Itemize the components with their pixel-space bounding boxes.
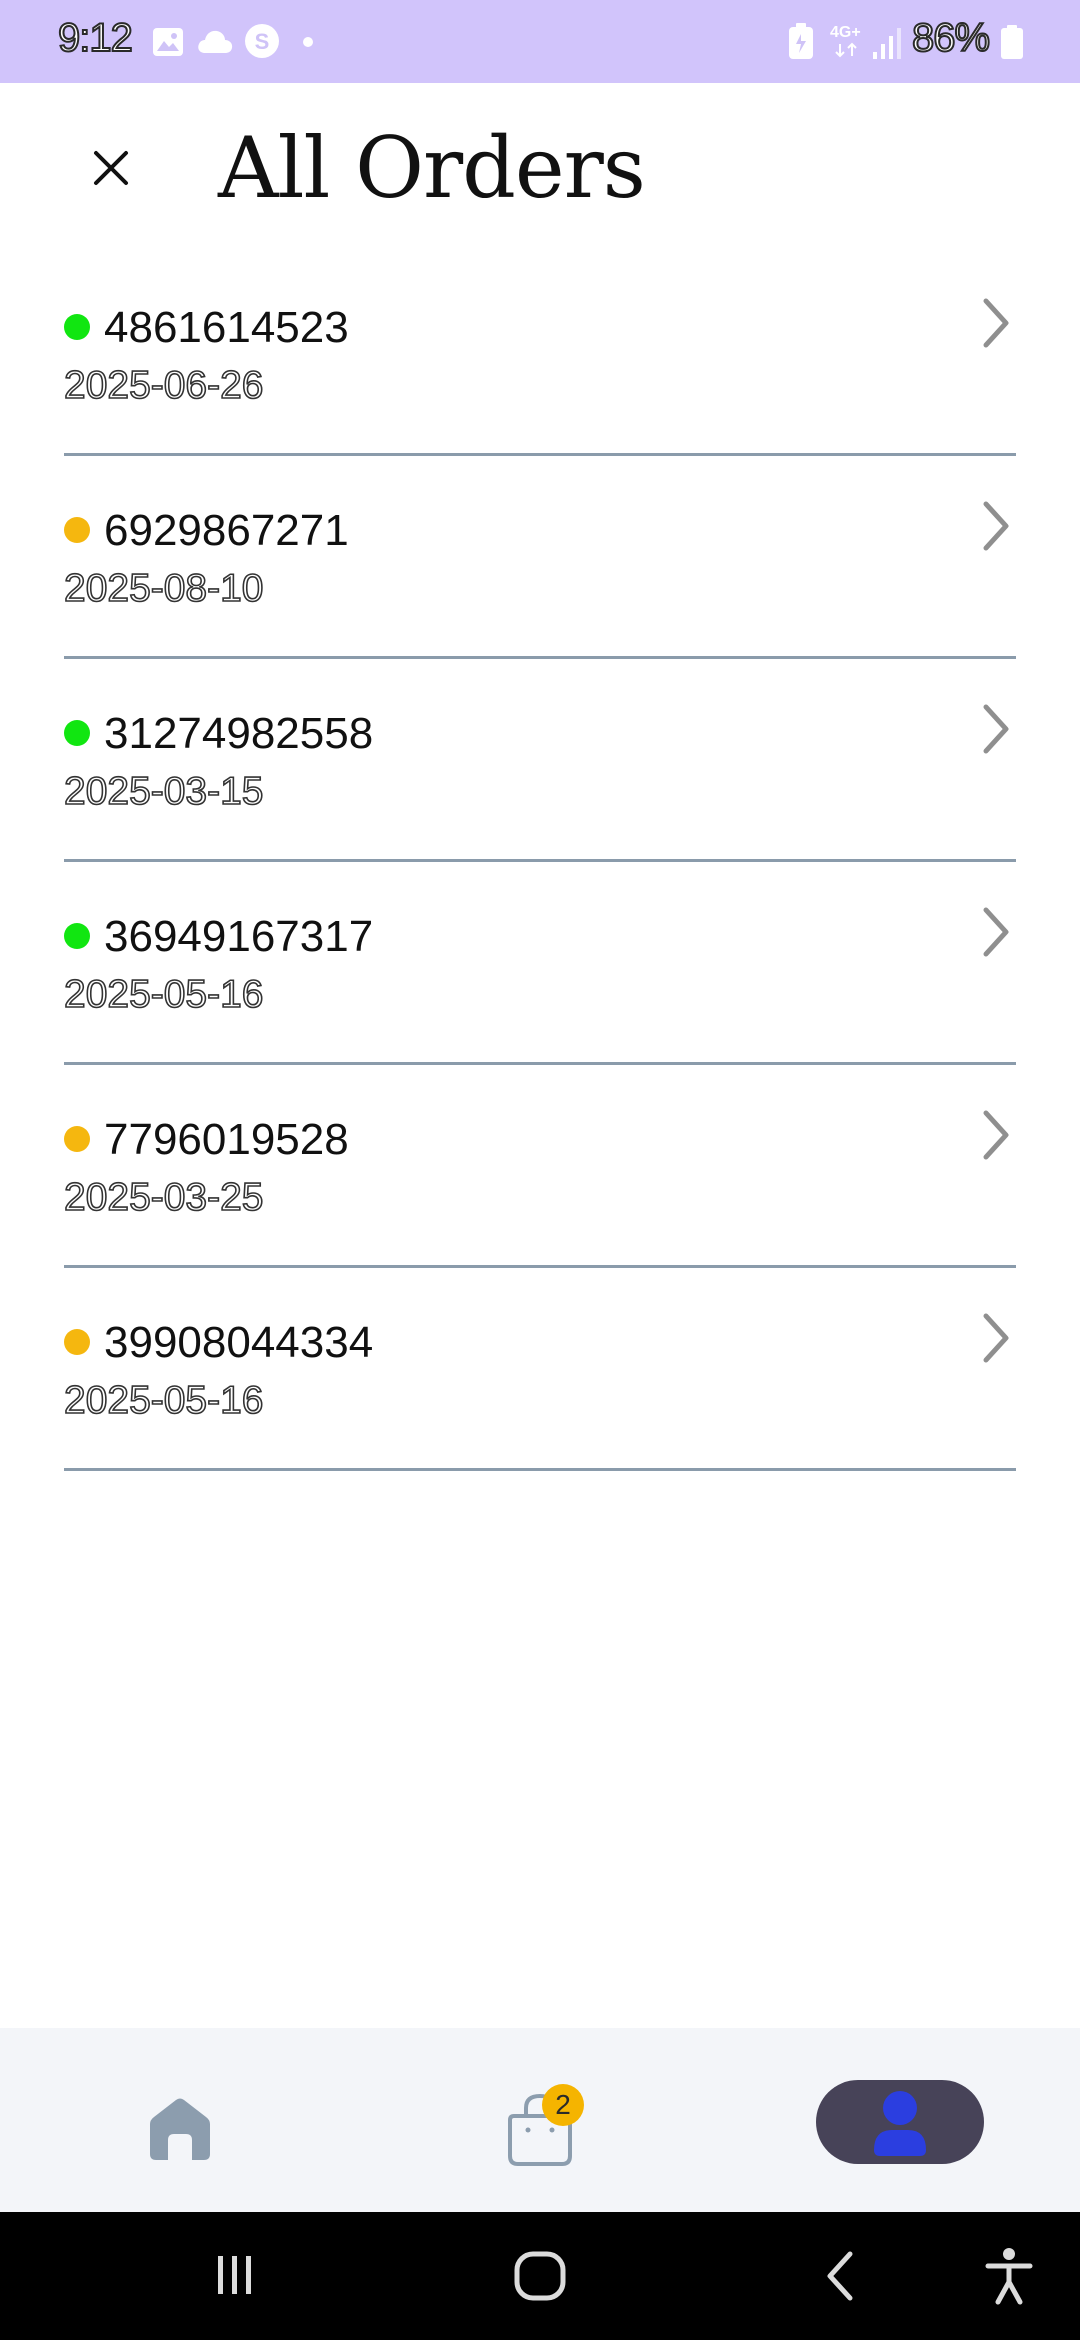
gallery-icon [153,28,183,56]
back-button[interactable] [820,2250,860,2302]
status-dot [64,1126,90,1152]
order-row[interactable]: 36949167317 2025-05-16 [63,862,1016,1065]
status-bar: 9:12 S 4G+ 86% [0,0,1080,83]
back-icon [827,2251,853,2301]
order-row[interactable]: 4861614523 2025-06-26 [63,253,1016,456]
chevron-right-icon [983,501,1009,551]
order-date: 2025-03-15 [63,769,264,814]
s-app-icon: S [245,24,279,58]
status-dot [64,720,90,746]
chevron-right-icon [983,907,1009,957]
page-title: All Orders [218,119,646,217]
accessibility-icon [985,2248,1033,2305]
status-time: 9:12 [57,15,134,61]
chevron-right-icon [983,298,1009,348]
order-id: 6929867271 [104,506,349,555]
order-date: 2025-08-10 [63,566,264,611]
order-row[interactable]: 31274982558 2025-03-15 [63,659,1016,862]
battery-percent: 86% [911,15,991,61]
home-circle-icon [514,2251,566,2301]
order-date: 2025-06-26 [63,363,264,408]
status-dot [64,517,90,543]
nav-home-button[interactable] [140,2088,220,2168]
home-system-button[interactable] [512,2250,568,2302]
battery-icon [1001,25,1023,59]
order-date: 2025-05-16 [63,1378,264,1423]
screen: 9:12 S 4G+ 86% All Orders 4861614523 202… [0,0,1080,2340]
order-row[interactable]: 39908044334 2025-05-16 [63,1268,1016,1471]
order-id: 36949167317 [104,912,374,961]
home-icon [150,2098,210,2160]
order-row[interactable]: 6929867271 2025-08-10 [63,456,1016,659]
order-date: 2025-05-16 [63,972,264,1017]
recent-apps-icon [218,2256,251,2294]
battery-saver-icon [789,23,813,59]
order-id: 7796019528 [104,1115,349,1164]
dot-icon [303,37,313,47]
close-icon [94,151,128,185]
order-row[interactable]: 7796019528 2025-03-25 [63,1065,1016,1268]
status-dot [64,314,90,340]
chevron-right-icon [983,1313,1009,1363]
order-id: 4861614523 [104,303,349,352]
cart-count-badge: 2 [542,2084,584,2126]
signal-icon [873,28,901,59]
order-list: 4861614523 2025-06-26 6929867271 2025-08… [63,253,1016,1471]
network-type: 4G+ [830,24,861,41]
recent-apps-button[interactable] [210,2250,260,2300]
close-button[interactable] [76,128,146,208]
cloud-icon [198,30,233,53]
chevron-right-icon [983,704,1009,754]
svg-text:S: S [255,29,270,54]
order-id: 31274982558 [104,709,374,758]
order-id: 39908044334 [104,1318,374,1367]
chevron-right-icon [983,1110,1009,1160]
profile-icon [874,2091,926,2156]
accessibility-button[interactable] [984,2246,1034,2306]
status-dot [64,923,90,949]
order-date: 2025-03-25 [63,1175,264,1220]
system-nav-bar [0,2212,1080,2340]
status-dot [64,1329,90,1355]
network-label: 4G+ [830,24,866,60]
data-arrows-icon [835,42,857,58]
nav-profile-button[interactable] [816,2080,984,2164]
